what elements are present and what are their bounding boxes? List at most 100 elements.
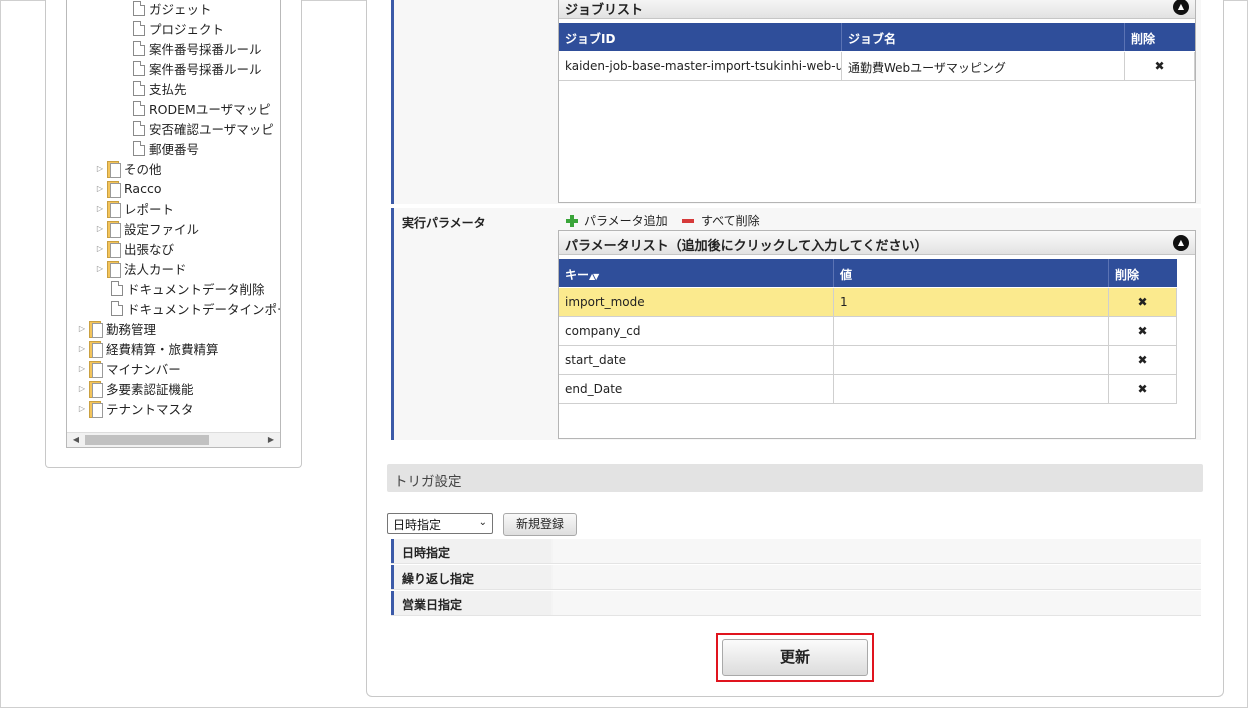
close-x-icon[interactable]: ✖ [1109, 346, 1177, 375]
tree-item-label: 設定ファイル [124, 221, 200, 237]
table-row[interactable]: end_Date ✖ [559, 375, 1177, 404]
tree-item[interactable]: ▷ 設定ファイル [93, 218, 199, 238]
tree-item[interactable]: 支払先 [133, 78, 187, 98]
col-delete: 削除 [1131, 32, 1156, 46]
table-row[interactable]: import_mode 1 ✖ [559, 288, 1177, 317]
tree-item[interactable]: 安否確認ユーザマッピ [133, 118, 274, 138]
tree-item[interactable]: プロジェクト [133, 18, 224, 38]
update-button[interactable]: 更新 [722, 639, 868, 676]
tree-item-label: 勤務管理 [106, 321, 157, 337]
document-icon [133, 20, 145, 36]
table-row[interactable]: kaiden-job-base-master-import-tsukinhi-w… [559, 52, 1195, 81]
tree-item[interactable]: ▷ 勤務管理 [75, 318, 156, 338]
tree-item[interactable]: ▷ 多要素認証機能 [75, 378, 194, 398]
document-icon [133, 60, 145, 76]
trigger-row: 営業日指定 [391, 591, 1201, 616]
delete-all-link[interactable]: すべて削除 [682, 212, 760, 229]
folder-icon [107, 200, 121, 218]
folder-icon [107, 220, 121, 238]
col-key[interactable]: キー▲▼ [559, 259, 834, 287]
param-value-cell[interactable] [834, 375, 1109, 404]
trigger-type-select[interactable]: 日時指定 ⌄ [387, 513, 493, 534]
folder-icon [89, 320, 103, 338]
table-row[interactable]: company_cd ✖ [559, 317, 1177, 346]
table-row[interactable]: start_date ✖ [559, 346, 1177, 375]
col-value[interactable]: 値 [834, 259, 1109, 287]
trigger-row-label: 日時指定 [391, 539, 551, 563]
tree-horizontal-scrollbar[interactable]: ◀ ▶ [67, 432, 280, 447]
folder-icon [89, 340, 103, 358]
folder-icon [89, 380, 103, 398]
expand-icon[interactable]: ▷ [93, 238, 107, 258]
tree-item-label: 多要素認証機能 [106, 381, 194, 397]
scrollbar-thumb[interactable] [85, 435, 209, 445]
tree-item[interactable]: ガジェット [133, 0, 212, 18]
close-x-icon[interactable]: ✖ [1109, 375, 1177, 404]
expand-icon[interactable]: ▷ [93, 178, 107, 198]
add-parameter-label: パラメータ追加 [584, 214, 668, 228]
tree-item-label: レポート [124, 201, 175, 217]
expand-icon[interactable]: ▷ [75, 378, 89, 398]
tree-item[interactable]: ドキュメントデータインポー [97, 298, 280, 318]
left-panel: ▷ テナントマスタ ▷ 多要素認証機能 ▷ マイナンバー ▷ 経費精算・旅費精算 ▷ 勤務管理 ドキ… [45, 0, 302, 468]
expand-icon[interactable]: ▷ [75, 318, 89, 338]
expand-icon[interactable]: ▷ [75, 358, 89, 378]
job-grid-header: ジョブID ジョブ名 削除 [559, 23, 1195, 51]
folder-icon [89, 400, 103, 418]
tree-item[interactable]: ▷ 法人カード [93, 258, 187, 278]
tree-item[interactable]: ▷ 経費精算・旅費精算 [75, 338, 219, 358]
tree-item[interactable]: ▷ その他 [93, 158, 162, 178]
tree-item[interactable]: ▷ マイナンバー [75, 358, 181, 378]
expand-icon[interactable]: ▷ [93, 218, 107, 238]
expand-icon[interactable]: ▷ [93, 258, 107, 278]
param-key-cell[interactable]: import_mode [559, 288, 834, 317]
param-value-cell[interactable]: 1 [834, 288, 1109, 317]
sort-icon[interactable]: ▲▼ [589, 272, 599, 281]
job-name-cell: 通勤費Webユーザマッピング [842, 52, 1125, 81]
param-key-cell[interactable]: company_cd [559, 317, 834, 346]
expand-icon[interactable]: ▷ [93, 198, 107, 218]
add-parameter-link[interactable]: パラメータ追加 [566, 212, 668, 229]
tree-item[interactable]: RODEMユーザマッピ [133, 98, 271, 118]
param-value-cell[interactable] [834, 317, 1109, 346]
tree-item[interactable]: ▷ レポート [93, 198, 174, 218]
tree-item[interactable]: 案件番号採番ルール [133, 58, 262, 78]
trigger-row-value [553, 565, 1201, 589]
document-icon [133, 80, 145, 96]
collapse-up-icon[interactable]: ▲ [1173, 235, 1189, 251]
col-job-id[interactable]: ジョブID [559, 23, 842, 51]
expand-icon[interactable]: ▷ [75, 398, 89, 418]
param-value-cell[interactable] [834, 346, 1109, 375]
col-delete: 削除 [1115, 268, 1140, 282]
param-key-cell[interactable]: end_Date [559, 375, 834, 404]
scroll-right-icon[interactable]: ▶ [264, 434, 278, 446]
close-x-icon[interactable]: ✖ [1109, 317, 1177, 346]
scroll-left-icon[interactable]: ◀ [69, 434, 83, 446]
document-icon [111, 300, 123, 316]
job-list-title-text: ジョブリスト [565, 3, 644, 18]
tree-item-label: テナントマスタ [106, 401, 194, 417]
expand-icon[interactable]: ▷ [93, 158, 107, 178]
close-x-icon[interactable]: ✖ [1109, 288, 1177, 317]
tree-item[interactable]: ドキュメントデータ削除 [97, 278, 265, 298]
expand-icon[interactable]: ▷ [75, 338, 89, 358]
document-icon [133, 120, 145, 136]
tree-item-label: 安否確認ユーザマッピ [149, 121, 274, 137]
param-key-cell[interactable]: start_date [559, 346, 834, 375]
trigger-row-label: 繰り返し指定 [391, 565, 551, 589]
trigger-row-value [553, 591, 1201, 615]
tree-item[interactable]: ▷ Racco [93, 178, 161, 198]
tree-item[interactable]: 案件番号採番ルール [133, 38, 262, 58]
document-icon [111, 280, 123, 296]
close-x-icon[interactable]: ✖ [1125, 52, 1195, 81]
tree-item[interactable]: ▷ 出張なび [93, 238, 174, 258]
new-register-button[interactable]: 新規登録 [503, 513, 577, 536]
tree-item[interactable]: ▷ テナントマスタ [75, 398, 194, 418]
tree-item[interactable]: 郵便番号 [133, 138, 199, 158]
trigger-row-value [553, 539, 1201, 563]
col-job-name[interactable]: ジョブ名 [842, 23, 1125, 51]
job-list-title: ジョブリスト ▲ [559, 0, 1195, 19]
trigger-select-value: 日時指定 [393, 518, 442, 532]
collapse-up-icon[interactable]: ▲ [1173, 0, 1189, 15]
folder-icon [107, 260, 121, 278]
